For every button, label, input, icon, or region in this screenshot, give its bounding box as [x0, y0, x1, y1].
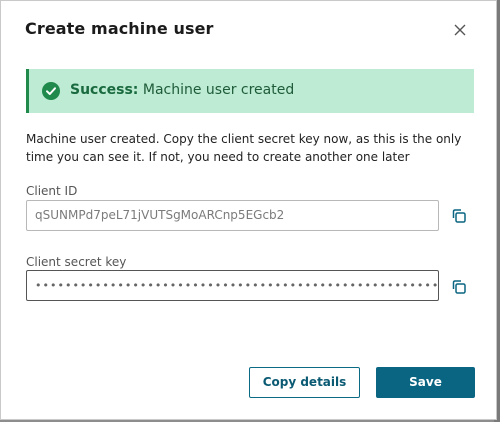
client-id-label: Client ID: [26, 184, 78, 198]
copy-client-id-icon[interactable]: [450, 207, 468, 225]
save-button[interactable]: Save: [376, 367, 475, 398]
client-secret-field[interactable]: ••••••••••••••••••••••••••••••••••••••••…: [26, 270, 439, 301]
create-machine-user-dialog: Create machine user Success: Machine use…: [0, 0, 497, 420]
client-id-field[interactable]: qSUNMPd7peL71jVUTSgMoARCnp5EGcb2: [26, 200, 439, 231]
check-circle-icon: [42, 82, 60, 100]
dialog-title: Create machine user: [25, 19, 214, 38]
copy-client-secret-icon[interactable]: [450, 278, 468, 296]
alert-label: Success:: [70, 82, 139, 98]
alert-message: Success: Machine user created: [70, 82, 294, 98]
success-alert: Success: Machine user created: [26, 69, 474, 113]
close-icon[interactable]: [451, 21, 469, 39]
copy-details-button[interactable]: Copy details: [249, 367, 360, 398]
info-message: Machine user created. Copy the client se…: [26, 132, 462, 164]
alert-text: Machine user created: [138, 82, 295, 98]
client-secret-label: Client secret key: [26, 255, 127, 269]
